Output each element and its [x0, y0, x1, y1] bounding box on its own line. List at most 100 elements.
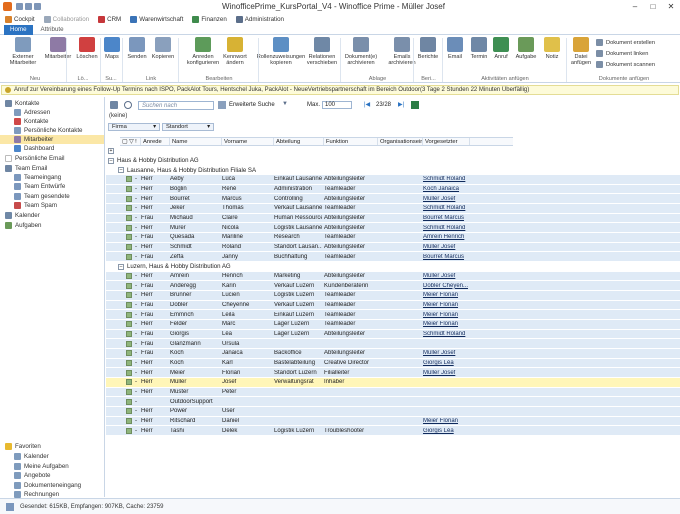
table-row[interactable]: - Frau Dobler Cheyenne Verkauf Luzern Teamlea… — [106, 300, 680, 311]
module-warenwirtschaft[interactable]: Warenwirtschaft — [130, 15, 183, 23]
cell-vorgesetzter[interactable]: Schmidt Roland — [421, 331, 468, 337]
table-row[interactable]: - Herr Felder Marc Lager Luzern Teamleader Mei… — [106, 320, 680, 330]
column-vorgesetzter[interactable]: Vorgesetzter — [423, 138, 470, 145]
module-administration[interactable]: Administration — [235, 15, 284, 23]
cell-vorgesetzter[interactable]: Müller Josef — [421, 350, 468, 356]
calendar-button[interactable]: Termin — [469, 37, 489, 60]
cell-vorgesetzter[interactable]: Meier Florian — [421, 312, 468, 318]
expand-icon[interactable]: + — [108, 147, 114, 154]
module-collaboration[interactable]: Collaboration — [43, 15, 89, 23]
collapse-icon[interactable]: – — [118, 263, 124, 270]
minimize-button[interactable]: – — [626, 0, 644, 13]
sidebar-item-kontakte[interactable]: Kontakte — [0, 99, 104, 108]
table-row[interactable]: - Herr Muster Peter — [106, 387, 680, 398]
table-row[interactable]: - Herr Koch Karl Bastelabteilung Creative Dir… — [106, 358, 680, 369]
cell-vorgesetzter[interactable]: Müller Josef — [421, 244, 468, 250]
table-row[interactable]: - Frau Emmrich Leila Einkauf Luzern Teamleade… — [106, 310, 680, 321]
cell-vorgesetzter[interactable]: Giorgis Léa — [421, 360, 468, 366]
ribbon-dokument-erstellen-button[interactable]: Dokument erstellen — [596, 39, 655, 46]
sidebar-item-kontakte[interactable]: Kontakte — [0, 117, 104, 126]
sidebar-item-kalender[interactable]: Kalender — [0, 211, 104, 220]
relations-button[interactable]: Relationen verschieben — [307, 37, 337, 66]
table-row[interactable]: - Herr Power User — [106, 407, 680, 417]
dropdown-icon[interactable] — [34, 3, 41, 10]
table-row[interactable]: - Frau Giorgis Léa Lager Luzern Abteilungslei… — [106, 329, 680, 340]
favorite-meine-aufgaben[interactable]: Meine Aufgaben — [0, 462, 104, 471]
key-button[interactable]: Kennwort ändern — [222, 37, 248, 66]
column-anrede[interactable]: Anrede — [141, 138, 170, 145]
map-pin-button[interactable]: Maps — [103, 37, 121, 60]
table-row[interactable]: - Frau Koch Janaica Backoffice Abteilungsleit… — [106, 349, 680, 359]
table-row[interactable]: - Frau Glanzmann Ursula — [106, 339, 680, 350]
cell-vorgesetzter[interactable]: Dobler Cheyen... — [421, 283, 468, 289]
copy-button[interactable]: Kopieren — [152, 37, 174, 60]
favorite-dokumenteneingang[interactable]: Dokumenteneingang — [0, 481, 104, 490]
module-cockpit[interactable]: Cockpit — [5, 15, 35, 23]
send-button[interactable]: Senden — [126, 37, 148, 60]
ribbon-dokument-linken-button[interactable]: Dokument linken — [596, 50, 648, 57]
table-row[interactable]: - Herr Murer Nicola Logistik Lausanne Abteilu… — [106, 223, 680, 234]
delete-button[interactable]: Löschen — [76, 37, 98, 60]
module-crm[interactable]: CRM — [98, 15, 121, 23]
filter-icon[interactable]: ▼ — [282, 101, 288, 107]
sidebar-item-persönliche-email[interactable]: Persönliche Email — [0, 154, 104, 163]
cell-vorgesetzter[interactable]: Schmidt Roland — [421, 205, 468, 211]
group-row[interactable]: – Haus & Hobby Distribution AG — [106, 155, 680, 166]
collapse-icon[interactable]: – — [108, 157, 114, 164]
tab-attribute[interactable]: Attribute — [35, 25, 70, 35]
table-row[interactable]: - Herr Meier Florian Standort Luzern Filialle… — [106, 368, 680, 379]
cell-vorgesetzter[interactable]: Müller Josef — [421, 196, 468, 202]
email-button[interactable]: Email — [446, 37, 464, 60]
cell-vorgesetzter[interactable]: Bourret Marcus — [421, 254, 468, 260]
cell-vorgesetzter[interactable]: Meier Florian — [421, 302, 468, 308]
tab-home[interactable]: Home — [4, 25, 33, 35]
search-input[interactable]: Suchen nach — [138, 101, 214, 110]
table-row[interactable]: - Frau Zeffa Janny Buchhaltung Teamleader Bour… — [106, 252, 680, 263]
maximize-button[interactable]: □ — [644, 0, 662, 13]
cell-vorgesetzter[interactable]: Meier Florian — [421, 418, 468, 424]
next-page-icon[interactable]: ▶| — [398, 101, 404, 108]
table-row[interactable]: - Frau Quesada Mariline Research Teamleader Am… — [106, 233, 680, 243]
table-row[interactable]: - Herr Schmidt Roland Standort Lausan... Abte… — [106, 242, 680, 253]
column-funktion[interactable]: Funktion — [324, 138, 378, 145]
column-abteilung[interactable]: Abteilung — [274, 138, 324, 145]
sidebar-item-team-gesendete[interactable]: Team gesendete — [0, 192, 104, 201]
table-row[interactable]: - Herr Tashi Delek Logistik Luzern Troublesho… — [106, 426, 680, 437]
column-name[interactable]: Name — [170, 138, 222, 145]
table-row[interactable]: - Herr Aeby Lüca Einkauf Lausanne Abteilungsl… — [106, 175, 680, 185]
cell-vorgesetzter[interactable]: Meier Florian — [421, 292, 468, 298]
cell-vorgesetzter[interactable]: Schmidt Roland — [421, 225, 468, 231]
employee-button[interactable]: Mitarbeiter — [44, 37, 72, 60]
save-icon[interactable] — [16, 3, 23, 10]
collapse-icon[interactable]: – — [118, 167, 124, 174]
report-button[interactable]: Berichte — [417, 37, 439, 60]
sidebar-item-adressen[interactable]: Adressen — [0, 108, 104, 117]
cell-vorgesetzter[interactable]: Schmidt Roland — [421, 176, 468, 182]
sidebar-item-persönliche-kontakte[interactable]: Persönliche Kontakte — [0, 126, 104, 135]
user-add-button[interactable]: Externer Mitarbeiter — [8, 37, 38, 66]
cell-vorgesetzter[interactable]: Amrein Henrich — [421, 234, 468, 240]
attach-button[interactable]: Datei anfügen — [570, 37, 592, 66]
group-column-standort[interactable]: Standort ▾ — [162, 123, 214, 131]
sidebar-item-team-spam[interactable]: Team Spam — [0, 201, 104, 210]
expand-all-row[interactable]: + — [106, 146, 680, 156]
search-icon[interactable] — [124, 101, 132, 109]
sidebar-item-team-entwürfe[interactable]: Team Entwürfe — [0, 182, 104, 191]
favorites-header[interactable]: Favoriten — [0, 442, 104, 451]
group-row[interactable]: – Luzern, Haus & Hobby Distribution AG — [106, 262, 680, 272]
salutation-button[interactable]: Anreden konfigurieren — [187, 37, 219, 66]
cell-vorgesetzter[interactable]: Meier Florian — [421, 321, 468, 327]
table-row[interactable]: - Frau Michaud Claire Human Ressource Abteilu… — [106, 213, 680, 224]
first-page-icon[interactable]: |◀ — [364, 101, 370, 108]
overdue-notice[interactable]: Anruf zur Vereinbarung eines Follow-Up T… — [1, 85, 679, 95]
table-row[interactable]: - Herr Bourret Marcus Controlling Abteilungsl… — [106, 194, 680, 205]
task-button[interactable]: Aufgabe — [515, 37, 537, 60]
cell-vorgesetzter[interactable]: Koch Janaica — [421, 186, 468, 192]
table-row[interactable]: - Frau Anderegg Karin Verkauf Luzern Kundenbe… — [106, 281, 680, 292]
group-column-firma[interactable]: Firma ▾ — [108, 123, 160, 131]
table-row[interactable]: - Herr Brunner Lucien Logistik Luzern Teamlea… — [106, 291, 680, 301]
sidebar-item-dashboard[interactable]: Dashboard — [0, 144, 104, 153]
table-row[interactable]: - Herr Ritschard Daniel Meier Florian — [106, 416, 680, 427]
undo-icon[interactable] — [25, 3, 32, 10]
cell-vorgesetzter[interactable]: Müller Josef — [421, 273, 468, 279]
